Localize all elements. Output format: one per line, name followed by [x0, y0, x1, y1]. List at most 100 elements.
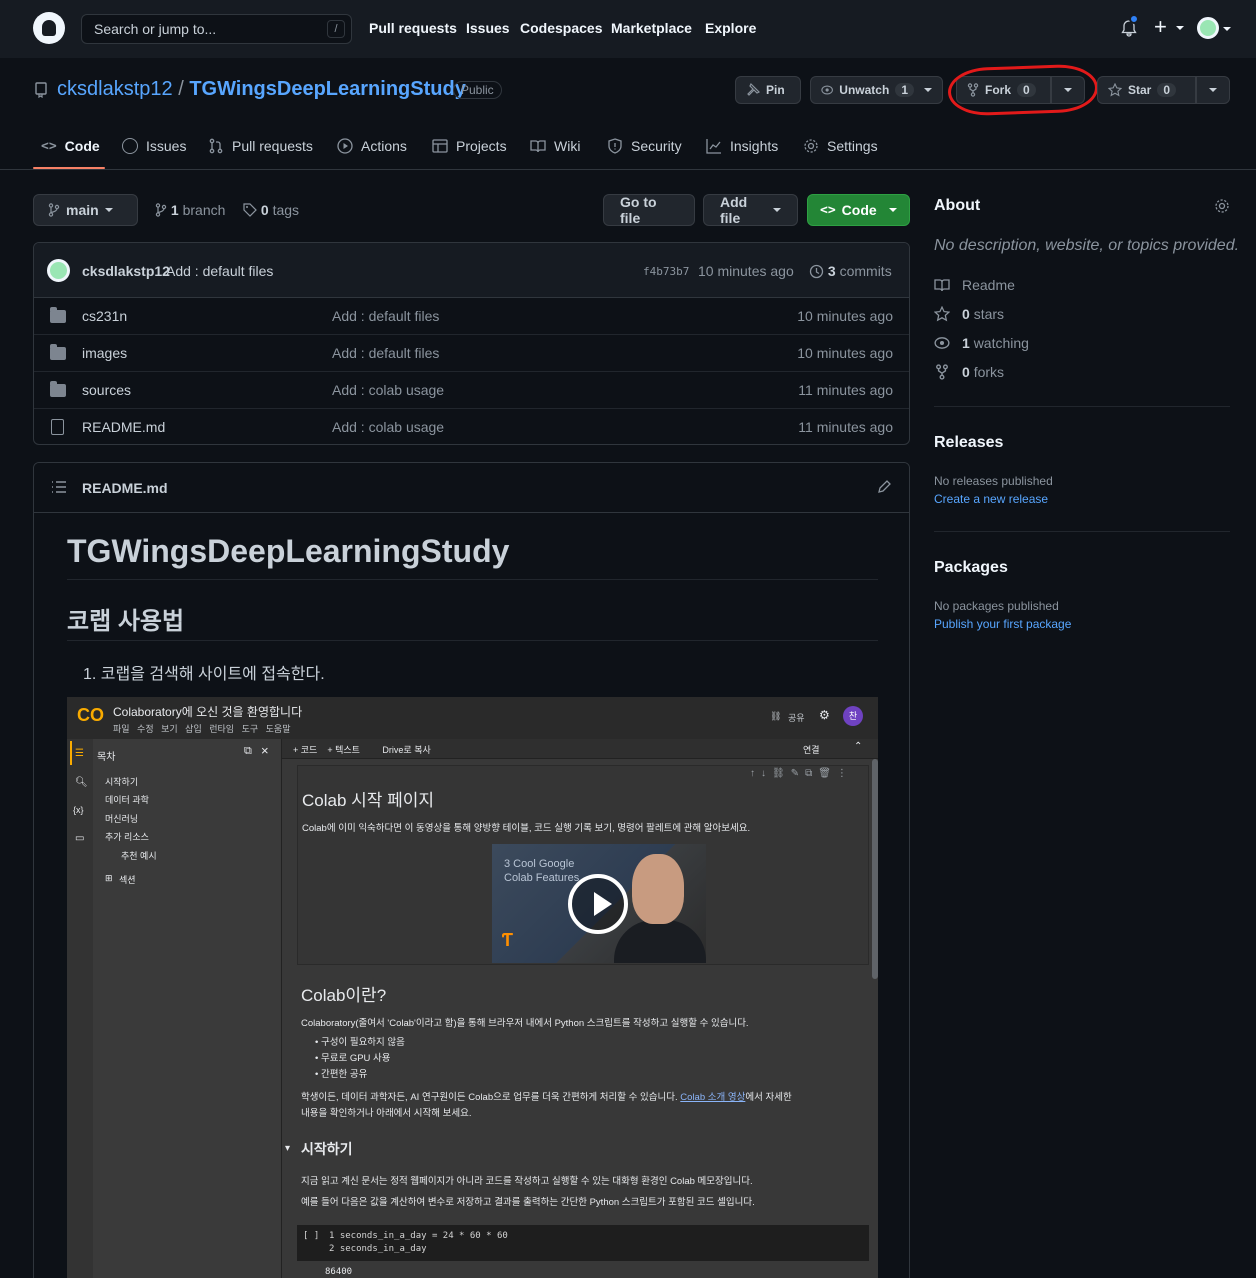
file-commit-message[interactable]: Add : colab usage: [332, 419, 444, 435]
packages-title[interactable]: Packages: [934, 559, 1008, 577]
watching-link[interactable]: 1 watching: [934, 335, 1029, 351]
add-file-button[interactable]: Add file: [703, 194, 798, 226]
list-item: • 간편한 공유: [315, 1069, 368, 1080]
branch-selector[interactable]: main: [33, 194, 138, 226]
table-row[interactable]: sources Add : colab usage 11 minutes ago: [34, 372, 909, 409]
link-icon: ⛓: [770, 711, 782, 721]
forks-count: 0: [962, 364, 970, 380]
forks-label: forks: [973, 364, 1005, 380]
file-commit-message[interactable]: Add : default files: [332, 308, 439, 324]
commit-hash[interactable]: f4b73b7: [643, 265, 689, 278]
gear-icon[interactable]: [1214, 198, 1230, 214]
commits-link[interactable]: 3 commits: [809, 263, 892, 279]
stars-link[interactable]: 0 stars: [934, 306, 1004, 322]
tab-issues[interactable]: Issues: [122, 138, 186, 154]
colab-bullet-list: • 구성이 필요하지 않음 • 무료로 GPU 사용 • 간편한 공유: [315, 1035, 405, 1083]
tag-icon: [243, 203, 257, 217]
star-dropdown-button[interactable]: [1196, 76, 1230, 104]
create-new-dropdown[interactable]: +: [1154, 14, 1184, 40]
list-icon[interactable]: [51, 480, 67, 494]
tab-settings[interactable]: Settings: [803, 138, 878, 154]
colab-paragraph: 내용을 확인하거나 아래에서 시작해 보세요.: [301, 1108, 472, 1119]
table-row[interactable]: README.md Add : colab usage 11 minutes a…: [34, 409, 909, 444]
folder-icon: [50, 381, 66, 397]
add-section-icon: ⊞: [105, 873, 113, 883]
caret-down-icon: [773, 208, 781, 212]
code-line: 1 seconds_in_a_day = 24 * 60 * 60: [329, 1231, 508, 1241]
publish-package-link[interactable]: Publish your first package: [934, 617, 1071, 631]
colab-connect: 연결: [803, 745, 820, 755]
tab-actions[interactable]: Actions: [337, 138, 407, 154]
file-name[interactable]: cs231n: [82, 308, 127, 324]
repo-name-link[interactable]: TGWingsDeepLearningStudy: [189, 78, 466, 100]
commit-time: 10 minutes ago: [698, 263, 794, 279]
repo-owner-link[interactable]: cksdlakstp12: [57, 78, 173, 100]
commit-label: commits: [839, 263, 892, 279]
avatar[interactable]: [1197, 17, 1219, 39]
file-commit-message[interactable]: Add : default files: [332, 345, 439, 361]
history-icon: [809, 264, 824, 279]
go-to-file-button[interactable]: Go to file: [603, 194, 695, 226]
chevron-down-icon: ▾: [285, 1143, 291, 1154]
chevron-up-icon: ⌃: [854, 741, 863, 752]
plus-icon: +: [1154, 14, 1167, 39]
tags-link[interactable]: 0 tags: [243, 202, 299, 218]
tab-security[interactable]: Security: [607, 138, 682, 154]
repo-icon: [35, 82, 47, 98]
star-button[interactable]: Star 0: [1097, 76, 1196, 104]
file-name[interactable]: README.md: [82, 419, 165, 435]
caret-down-icon[interactable]: [1223, 27, 1231, 31]
releases-title[interactable]: Releases: [934, 434, 1003, 452]
colab-link: Colab 소개 영상: [680, 1092, 746, 1103]
unwatch-button[interactable]: Unwatch 1: [810, 76, 943, 104]
toc-item: 추가 리소스: [105, 832, 149, 842]
file-name[interactable]: sources: [82, 382, 131, 398]
file-name[interactable]: images: [82, 345, 127, 361]
colab-paragraph: 지금 읽고 계신 문서는 정적 웹페이지가 아니라 코드를 작성하고 실행할 수…: [301, 1176, 753, 1187]
code-output: 86400: [325, 1267, 353, 1277]
code-button[interactable]: <> Code: [807, 194, 910, 226]
tab-code[interactable]: <> Code: [41, 138, 100, 154]
tab-projects-label: Projects: [456, 138, 507, 154]
readme-label: Readme: [962, 277, 1015, 293]
watching-count: 1: [962, 335, 970, 351]
file-age: 11 minutes ago: [798, 419, 893, 435]
avatar[interactable]: [47, 259, 70, 282]
commit-author[interactable]: cksdlakstp12: [82, 263, 170, 279]
tab-wiki[interactable]: Wiki: [530, 138, 580, 154]
file-icon: [51, 419, 64, 435]
global-header: Search or jump to... / Pull requests Iss…: [0, 0, 1256, 58]
pencil-icon[interactable]: [877, 479, 892, 494]
about-title: About: [934, 197, 981, 214]
nav-codespaces[interactable]: Codespaces: [520, 20, 602, 36]
table-row[interactable]: images Add : default files 10 minutes ag…: [34, 335, 909, 372]
pin-button[interactable]: Pin: [735, 76, 801, 104]
search-input[interactable]: Search or jump to... /: [81, 14, 352, 44]
caret-down-icon: [1209, 88, 1217, 92]
branch-name: main: [66, 202, 99, 218]
tab-projects[interactable]: Projects: [432, 138, 507, 154]
create-release-link[interactable]: Create a new release: [934, 492, 1048, 506]
table-row[interactable]: cs231n Add : default files 10 minutes ag…: [34, 298, 909, 335]
star-icon: [934, 306, 950, 322]
divider: [67, 579, 878, 580]
readme-link[interactable]: Readme: [934, 277, 1015, 293]
about-description: No description, website, or topics provi…: [934, 237, 1240, 254]
code-icon: <>: [820, 202, 836, 218]
file-commit-message[interactable]: Add : colab usage: [332, 382, 444, 398]
forks-link[interactable]: 0 forks: [934, 364, 1004, 380]
nav-marketplace[interactable]: Marketplace: [611, 20, 692, 36]
colab-screenshot-image: CO Colaboratory에 오신 것을 환영합니다 파일 수정 보기 삽입…: [67, 697, 878, 1278]
search-placeholder: Search or jump to...: [94, 21, 217, 37]
issue-icon: [122, 138, 138, 154]
tab-pull-requests[interactable]: Pull requests: [208, 138, 313, 154]
nav-explore[interactable]: Explore: [705, 20, 756, 36]
nav-issues[interactable]: Issues: [466, 20, 510, 36]
repo-separator: /: [178, 78, 184, 100]
caret-down-icon: [1175, 26, 1184, 31]
tab-insights[interactable]: Insights: [706, 138, 778, 154]
github-logo-icon[interactable]: [33, 12, 65, 44]
nav-pull-requests[interactable]: Pull requests: [369, 20, 457, 36]
branches-link[interactable]: 1 branch: [155, 202, 225, 218]
commit-message[interactable]: Add : default files: [166, 263, 273, 279]
